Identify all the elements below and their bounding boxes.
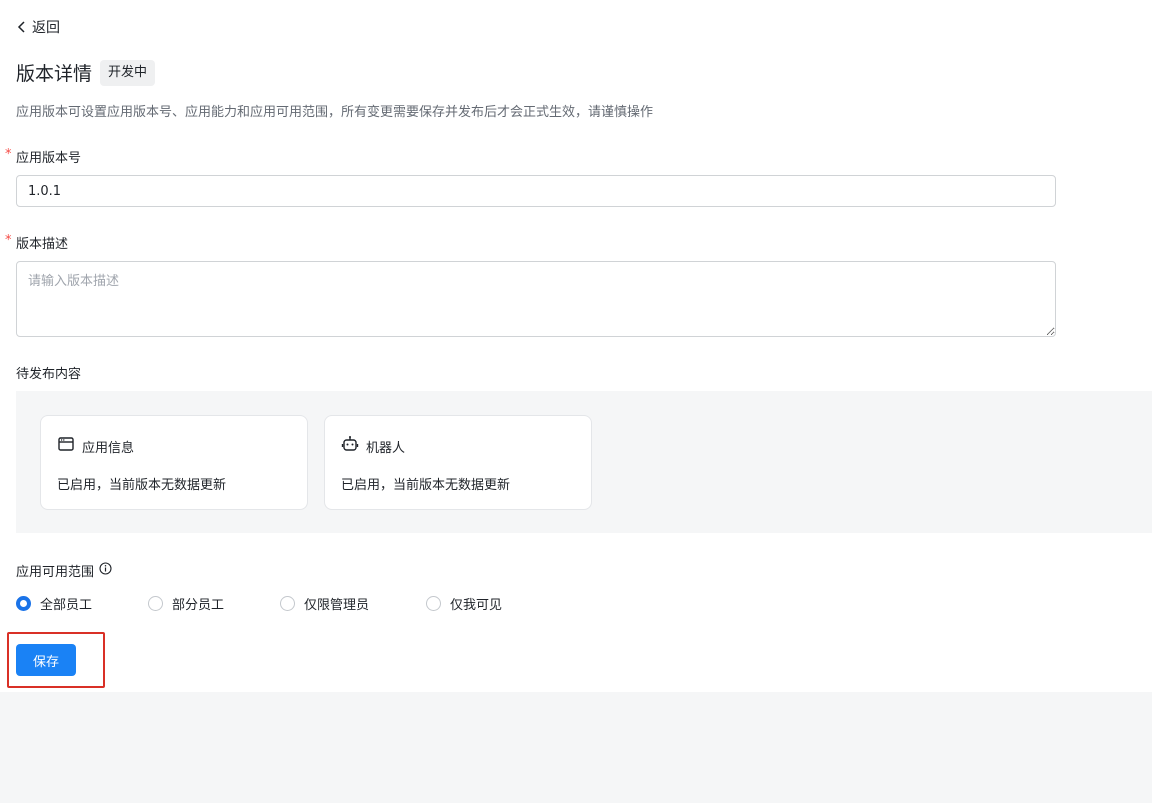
radio-checked-icon[interactable]	[16, 596, 31, 611]
chevron-left-icon	[16, 20, 28, 34]
pending-content-panel: 应用信息 已启用，当前版本无数据更新 机器人 已启用，当前版本无数据更新	[16, 391, 1152, 533]
version-description-input[interactable]	[16, 261, 1056, 337]
card-header: 机器人	[341, 435, 405, 457]
radio-admins-only[interactable]: 仅限管理员	[280, 594, 426, 613]
version-input[interactable]	[16, 175, 1056, 207]
radio-label: 全部员工	[40, 598, 93, 613]
radio-unchecked-icon[interactable]	[148, 596, 163, 611]
radio-unchecked-icon[interactable]	[426, 596, 441, 611]
card-status: 已启用，当前版本无数据更新	[57, 478, 227, 493]
scope-label: 应用可用范围	[16, 565, 95, 580]
page-title: 版本详情	[16, 63, 93, 85]
app-window-icon	[57, 435, 75, 457]
scope-radio-group: 全部员工 部分员工 仅限管理员 仅我可见	[16, 594, 502, 613]
card-title: 机器人	[366, 440, 406, 456]
radio-label: 仅限管理员	[304, 598, 370, 613]
radio-label: 部分员工	[172, 598, 225, 613]
app-info-card: 应用信息 已启用，当前版本无数据更新	[40, 415, 308, 510]
radio-label: 仅我可见	[450, 598, 503, 613]
description-label: 版本描述	[16, 237, 69, 252]
status-badge: 开发中	[100, 59, 156, 86]
radio-all-staff[interactable]: 全部员工	[16, 594, 148, 613]
version-detail-page: 返回 版本详情 开发中 应用版本可设置应用版本号、应用能力和应用可用范围，所有变…	[0, 0, 1152, 692]
card-title: 应用信息	[82, 440, 135, 456]
page-description: 应用版本可设置应用版本号、应用能力和应用可用范围，所有变更需要保存并发布后才会正…	[16, 105, 654, 120]
card-status: 已启用，当前版本无数据更新	[341, 478, 511, 493]
robot-icon	[341, 435, 359, 457]
card-header: 应用信息	[57, 435, 134, 457]
back-link[interactable]: 返回	[16, 17, 60, 37]
save-button[interactable]: 保存	[16, 644, 76, 676]
back-label: 返回	[32, 20, 60, 36]
radio-unchecked-icon[interactable]	[280, 596, 295, 611]
title-row: 版本详情 开发中	[16, 59, 156, 86]
radio-only-me[interactable]: 仅我可见	[426, 594, 502, 613]
required-mark: *	[5, 233, 12, 248]
robot-card: 机器人 已启用，当前版本无数据更新	[324, 415, 592, 510]
pending-content-label: 待发布内容	[16, 367, 82, 382]
version-label: 应用版本号	[16, 151, 82, 166]
required-mark: *	[5, 147, 12, 162]
radio-some-staff[interactable]: 部分员工	[148, 594, 280, 613]
scope-label-row: 应用可用范围	[16, 561, 112, 580]
info-icon[interactable]	[99, 562, 112, 579]
